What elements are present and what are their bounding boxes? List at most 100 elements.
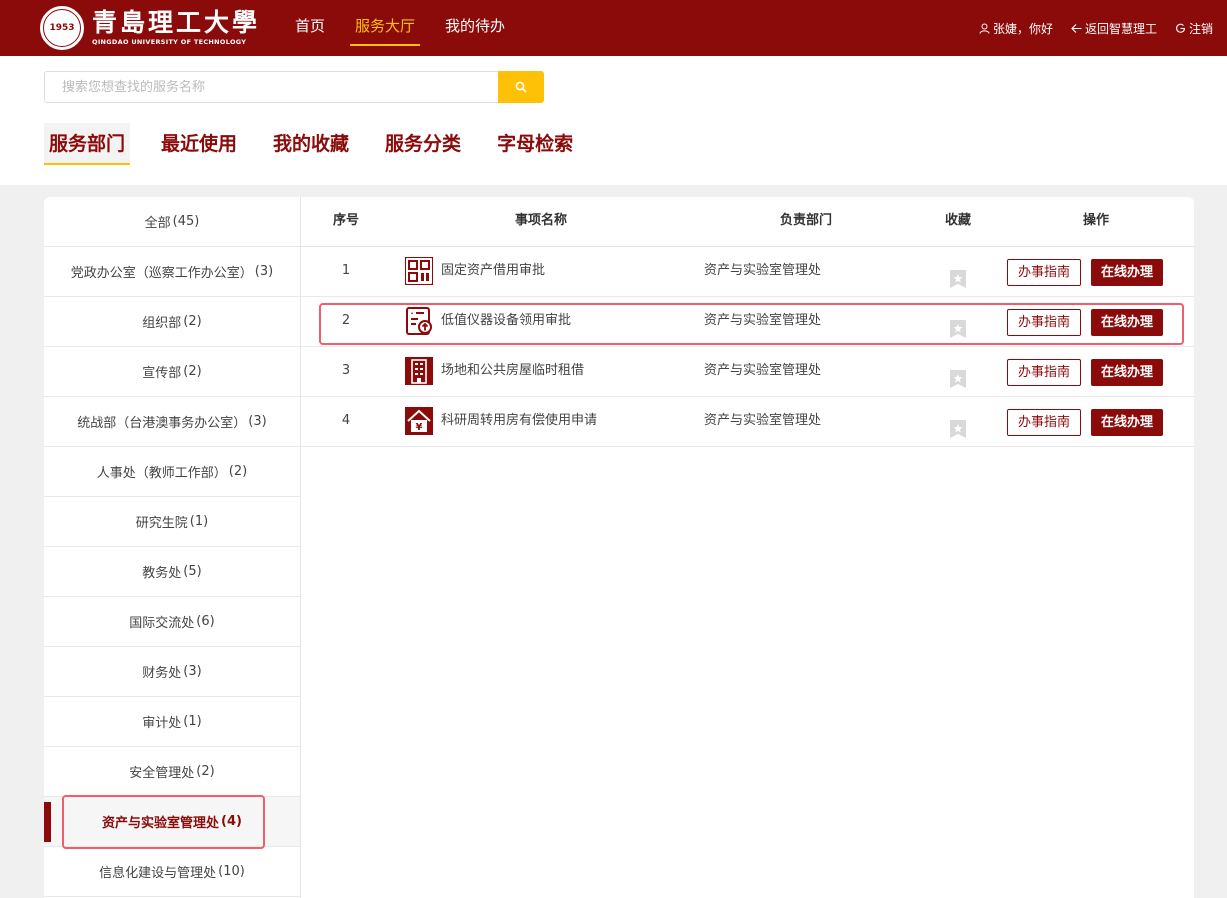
row-number: 2 bbox=[341, 313, 351, 328]
dept-item-academic-affairs[interactable]: 教务处 (5) bbox=[44, 547, 300, 597]
favorite-star-icon[interactable] bbox=[949, 312, 967, 338]
university-logo[interactable]: 1953 青島理工大學 QINGDAO UNIVERSITY OF TECHNO… bbox=[40, 6, 260, 50]
col-header-name: 事项名称 bbox=[514, 213, 567, 228]
dept-item-organization[interactable]: 组织部 (2) bbox=[44, 297, 300, 347]
nav-service-hall[interactable]: 服务大厅 bbox=[340, 0, 430, 56]
responsible-dept: 资产与实验室管理处 bbox=[704, 263, 822, 278]
apply-online-button[interactable]: 在线办理 bbox=[1091, 259, 1163, 286]
top-header: 1953 青島理工大學 QINGDAO UNIVERSITY OF TECHNO… bbox=[0, 0, 1227, 56]
apply-online-button[interactable]: 在线办理 bbox=[1091, 409, 1163, 436]
user-area: 张婕，你好 返回智慧理工 注销 bbox=[979, 0, 1213, 56]
dept-item-international[interactable]: 国际交流处 (6) bbox=[44, 597, 300, 647]
user-greeting: 张婕，你好 bbox=[979, 20, 1053, 37]
tab-service-departments[interactable]: 服务部门 bbox=[44, 123, 131, 165]
department-list: 全部 (45) 党政办公室（巡察工作办公室） (3) 组织部 (2) 宣传部 (2) 统… bbox=[44, 197, 301, 898]
col-header-no: 序号 bbox=[332, 213, 359, 228]
dept-name: 党政办公室（巡察工作办公室） bbox=[70, 266, 253, 281]
dept-count: (4) bbox=[221, 814, 242, 829]
dept-name: 资产与实验室管理处 bbox=[102, 816, 220, 831]
service-guide-button[interactable]: 办事指南 bbox=[1007, 309, 1081, 336]
dept-name: 宣传部 bbox=[142, 366, 182, 381]
tab-service-categories[interactable]: 服务分类 bbox=[380, 123, 466, 165]
service-guide-button[interactable]: 办事指南 bbox=[1007, 409, 1081, 436]
favorite-star-icon[interactable] bbox=[949, 362, 967, 388]
service-name[interactable]: 固定资产借用审批 bbox=[441, 247, 545, 297]
dept-name: 统战部（台港澳事务办公室） bbox=[77, 416, 247, 431]
row-number: 4 bbox=[341, 413, 351, 428]
back-link-label: 返回智慧理工 bbox=[1084, 21, 1157, 36]
dept-count: (6) bbox=[196, 614, 215, 629]
service-search-input[interactable] bbox=[44, 71, 499, 103]
service-guide-button[interactable]: 办事指南 bbox=[1007, 359, 1081, 386]
apply-online-button[interactable]: 在线办理 bbox=[1091, 359, 1163, 386]
responsible-dept: 资产与实验室管理处 bbox=[704, 363, 822, 378]
dept-count: (2) bbox=[228, 464, 248, 479]
back-to-smart-portal-link[interactable]: 返回智慧理工 bbox=[1071, 20, 1157, 37]
svg-text:¥: ¥ bbox=[416, 422, 423, 433]
form-upload-icon bbox=[405, 307, 433, 335]
dept-count: (2) bbox=[183, 314, 202, 329]
responsible-dept: 资产与实验室管理处 bbox=[704, 313, 822, 328]
dept-item-personnel[interactable]: 人事处（教师工作部） (2) bbox=[44, 447, 300, 497]
table-header: 序号 事项名称 负责部门 收藏 操作 bbox=[301, 197, 1194, 247]
table-row: 3 场地和公共房屋临时租借 资产与实验室管理处 办事指南 在线办理 bbox=[301, 347, 1194, 397]
logout-link[interactable]: 注销 bbox=[1175, 20, 1213, 37]
dept-name: 信息化建设与管理处 bbox=[99, 866, 217, 881]
apply-online-button[interactable]: 在线办理 bbox=[1091, 309, 1163, 336]
col-header-dept: 负责部门 bbox=[779, 213, 832, 228]
logo-english-name: QINGDAO UNIVERSITY OF TECHNOLOGY bbox=[92, 38, 247, 46]
service-name[interactable]: 科研周转用房有偿使用申请 bbox=[441, 397, 597, 447]
table-row: 1 固定资产借用审批 资产与实验室管理处 办事指南 在线办理 bbox=[301, 247, 1194, 297]
logout-icon bbox=[1176, 23, 1186, 33]
dept-count: (1) bbox=[189, 514, 209, 529]
dept-item-finance[interactable]: 财务处 (3) bbox=[44, 647, 300, 697]
table-row: 4 ¥ 科研周转用房有偿使用申请 资产与实验室管理处 办事指南 在线办理 bbox=[301, 397, 1194, 447]
nav-my-todos[interactable]: 我的待办 bbox=[430, 0, 520, 56]
dept-name: 组织部 bbox=[142, 316, 182, 331]
user-greeting-text: 张婕，你好 bbox=[992, 21, 1053, 36]
dept-item-it-construction[interactable]: 信息化建设与管理处 (10) bbox=[44, 847, 300, 897]
dept-name: 审计处 bbox=[142, 716, 182, 731]
search-panel: 服务部门 最近使用 我的收藏 服务分类 字母检索 bbox=[0, 56, 1227, 185]
responsible-dept: 资产与实验室管理处 bbox=[704, 413, 822, 428]
dept-item-audit[interactable]: 审计处 (1) bbox=[44, 697, 300, 747]
service-guide-button[interactable]: 办事指南 bbox=[1007, 259, 1081, 286]
dept-item-united-front[interactable]: 统战部（台港澳事务办公室） (3) bbox=[44, 397, 300, 447]
tab-alphabet-search[interactable]: 字母检索 bbox=[492, 123, 578, 165]
dept-name: 全部 bbox=[144, 216, 171, 231]
table-row: 2 低值仪器设备领用审批 资产与实验室管理处 办事指南 在线办理 bbox=[301, 297, 1194, 347]
dept-count: (3) bbox=[183, 664, 202, 679]
dept-count: (3) bbox=[254, 264, 274, 279]
row-number: 3 bbox=[341, 363, 351, 378]
tab-recently-used[interactable]: 最近使用 bbox=[156, 123, 242, 165]
favorite-star-icon[interactable] bbox=[949, 412, 967, 438]
dept-name: 研究生院 bbox=[135, 516, 188, 531]
dept-item-all[interactable]: 全部 (45) bbox=[44, 197, 300, 247]
service-name[interactable]: 低值仪器设备领用审批 bbox=[441, 297, 571, 347]
search-button[interactable] bbox=[498, 71, 544, 103]
university-seal-icon: 1953 bbox=[40, 6, 84, 50]
dept-item-safety[interactable]: 安全管理处 (2) bbox=[44, 747, 300, 797]
favorite-star-icon[interactable] bbox=[949, 262, 967, 288]
tab-my-favorites[interactable]: 我的收藏 bbox=[268, 123, 354, 165]
building-icon bbox=[405, 357, 433, 385]
dept-item-publicity[interactable]: 宣传部 (2) bbox=[44, 347, 300, 397]
dept-name: 国际交流处 bbox=[129, 616, 195, 631]
service-name[interactable]: 场地和公共房屋临时租借 bbox=[441, 347, 584, 397]
dept-name: 安全管理处 bbox=[129, 766, 195, 781]
search-icon bbox=[515, 81, 527, 93]
dept-item-assets-lab[interactable]: 资产与实验室管理处 (4) bbox=[44, 797, 300, 847]
dept-count: (5) bbox=[183, 564, 202, 579]
dept-count: (2) bbox=[183, 364, 202, 379]
dept-name: 教务处 bbox=[142, 566, 182, 581]
arrow-left-icon bbox=[1071, 23, 1082, 33]
main-nav: 首页 服务大厅 我的待办 bbox=[280, 0, 520, 56]
service-content-card: 全部 (45) 党政办公室（巡察工作办公室） (3) 组织部 (2) 宣传部 (2) 统… bbox=[44, 197, 1194, 898]
dept-name: 财务处 bbox=[142, 666, 182, 681]
logo-chinese-name: 青島理工大學 bbox=[92, 8, 261, 37]
nav-home[interactable]: 首页 bbox=[280, 0, 340, 56]
qr-grid-icon bbox=[404, 256, 434, 286]
user-icon bbox=[979, 23, 990, 34]
dept-item-graduate-school[interactable]: 研究生院 (1) bbox=[44, 497, 300, 547]
dept-item-party-office[interactable]: 党政办公室（巡察工作办公室） (3) bbox=[44, 247, 300, 297]
